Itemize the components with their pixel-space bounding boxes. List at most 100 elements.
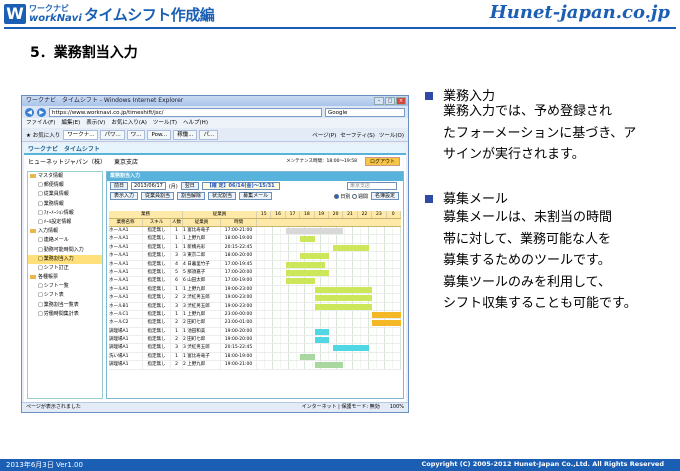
shift-bar[interactable] [300,353,315,360]
weekly-radio[interactable]: 週間 [351,193,368,200]
action-button[interactable]: 表示入力 [110,192,139,200]
sidebar-item[interactable]: □労働時間集計表 [28,310,102,319]
timeline-cell[interactable] [257,336,401,344]
shift-bar[interactable] [314,337,329,344]
action-button[interactable]: 状況割当 [208,192,237,200]
grid-row[interactable]: ホールA1 指定無し 6 6 山田太郎 17:00-19:00 [109,277,401,286]
grid-row[interactable]: ホールC1 指定無し 1 1 上野九郎 23:00-00:00 [109,310,401,320]
shift-bar[interactable] [314,328,329,335]
back-icon[interactable]: ◀ [25,107,34,117]
timeline-cell[interactable] [257,327,401,336]
timeline-cell[interactable] [257,243,401,252]
timeline-cell[interactable] [257,310,401,319]
favorites-button[interactable]: ★ お気に入り [26,131,60,139]
minimize-icon[interactable]: – [374,97,384,105]
shift-bar[interactable] [285,261,326,268]
shift-bar[interactable] [372,311,401,318]
daily-radio[interactable]: 日別 [334,193,350,200]
sidebar-item[interactable]: □シフト訂正 [28,264,102,273]
grid-row[interactable]: ホールA1 指定無し 1 1 上野九郎 18:00-19:00 [109,235,401,244]
zoom-text[interactable]: 100% [390,403,404,412]
grid-row[interactable]: ホールA1 指定無し 5 5 那須嘉子 17:00-20:00 [109,268,401,278]
prev-day-button[interactable]: 前日 [110,182,129,190]
layout-setting-button[interactable]: 名簿設定 [370,192,399,200]
grid-row[interactable]: 調理場A1 指定無し 2 2 上野九郎 19:00-21:00 [109,361,401,370]
sidebar-item[interactable]: 各種帳票 [28,273,102,282]
timeline-cell[interactable] [257,361,401,369]
menu-item[interactable]: お気に入り(A) [111,118,147,128]
sidebar-item[interactable]: マスタ情報 [28,172,102,181]
shift-bar[interactable] [300,253,329,260]
timeline-cell[interactable] [257,268,401,277]
tool-menu-item[interactable]: ツール(O) [379,131,404,139]
browser-tab[interactable]: 稼働... [173,129,198,140]
timeline-cell[interactable] [257,227,401,235]
shift-bar[interactable] [314,286,373,293]
sidebar-item[interactable]: □シフト一覧 [28,282,102,291]
forward-icon[interactable]: ▶ [37,107,46,117]
menu-item[interactable]: ファイル(F) [26,118,55,128]
sidebar-item[interactable]: □業務情報 [28,200,102,209]
timeline-cell[interactable] [257,285,401,294]
sidebar-item[interactable]: □ﾒｰﾙ設定情報 [28,218,102,227]
address-input[interactable]: https://www.worknavi.co.jp/timeshift/jsc… [49,107,322,117]
close-icon[interactable]: × [396,97,406,105]
branch-select[interactable]: 東京支店 [347,182,397,190]
grid-row[interactable]: 洗い場A1 指定無し 1 1 富比寿竜子 18:00-19:00 [109,352,401,362]
timeline-cell[interactable] [257,319,401,327]
maximize-icon[interactable]: □ [385,97,395,105]
shift-bar[interactable] [300,236,315,243]
grid-row[interactable]: ホールA1 指定無し 1 1 富比寿竜子 17:00-21:00 [109,227,401,236]
next-day-button[interactable]: 翌日 [180,182,199,190]
grid-row[interactable]: ホールA1 指定無し 1 1 新橋光彩 20:15-22:45 [109,243,401,253]
shift-bar[interactable] [314,303,373,310]
browser-tab[interactable]: パワ... [100,129,125,140]
sidebar-item[interactable]: □勤務可能時間入力 [28,246,102,255]
menu-item[interactable]: ツール(T) [153,118,177,128]
action-button[interactable]: 募集メール [239,192,273,200]
sidebar-item[interactable]: 入力情報 [28,227,102,236]
logout-button[interactable]: ログアウト [364,156,400,166]
timeline-cell[interactable] [257,252,401,260]
sidebar-item[interactable]: □シフト表 [28,291,102,300]
timeline-cell[interactable] [257,344,401,352]
grid-row[interactable]: ホールB1 指定無し 3 3 渋紅男五郎 19:00-23:00 [109,302,401,311]
browser-tab[interactable]: ワークナ... [63,129,99,140]
tool-menu-item[interactable]: セーフティ(S) [340,131,375,139]
tool-menu-item[interactable]: ページ(P) [312,131,336,139]
shift-bar[interactable] [314,295,373,302]
grid-row[interactable]: 調理場A1 指定無し 1 1 池田和美 19:00-20:00 [109,327,401,337]
timeline-cell[interactable] [257,294,401,302]
sidebar-item[interactable]: □業務割当入力 [28,254,102,264]
timeline-cell[interactable] [257,352,401,361]
shift-bar[interactable] [285,269,329,276]
browser-tab[interactable]: ワ... [126,129,146,140]
sidebar-item[interactable]: □業務割当一覧表 [28,301,102,310]
browser-tab[interactable]: Pow... [147,129,172,140]
sidebar-item[interactable]: □郵便情報 [28,181,102,190]
menu-item[interactable]: 表示(V) [86,118,105,128]
shift-bar[interactable] [285,228,344,234]
search-input[interactable]: Google [325,107,405,117]
grid-row[interactable]: 調理場A1 指定無し 2 2 田町七郎 19:00-20:00 [109,336,401,345]
sidebar-item[interactable]: □従業員情報 [28,190,102,199]
date-input[interactable]: 2013/06/17 [131,182,166,190]
shift-bar[interactable] [332,345,369,352]
sidebar-item[interactable]: □連絡メール [28,236,102,245]
grid-row[interactable]: ホールA1 指定無し 3 3 東京二郎 18:00-20:00 [109,252,401,261]
timeline-cell[interactable] [257,302,401,310]
shift-bar[interactable] [332,244,369,251]
grid-row[interactable]: ホールA1 指定無し 4 4 日暮里竹子 17:00-19:45 [109,260,401,269]
grid-row[interactable]: ホールC2 指定無し 2 2 田町七郎 23:00-01:00 [109,319,401,328]
menu-item[interactable]: ヘルプ(H) [183,118,208,128]
menu-item[interactable]: 編集(E) [61,118,80,128]
timeline-cell[interactable] [257,277,401,285]
action-button[interactable]: 割当解除 [177,192,206,200]
browser-tab[interactable]: パ... [199,129,219,140]
sidebar-item[interactable]: □ﾌｫｰﾒｰｼｮﾝ情報 [28,209,102,218]
timeline-cell[interactable] [257,235,401,243]
grid-row[interactable]: ホールA1 指定無し 2 2 渋紅男五郎 19:00-23:00 [109,294,401,303]
grid-row[interactable]: ホールA1 指定無し 1 1 上野九郎 19:00-23:00 [109,285,401,295]
shift-bar[interactable] [314,362,344,369]
shift-bar[interactable] [372,320,401,327]
